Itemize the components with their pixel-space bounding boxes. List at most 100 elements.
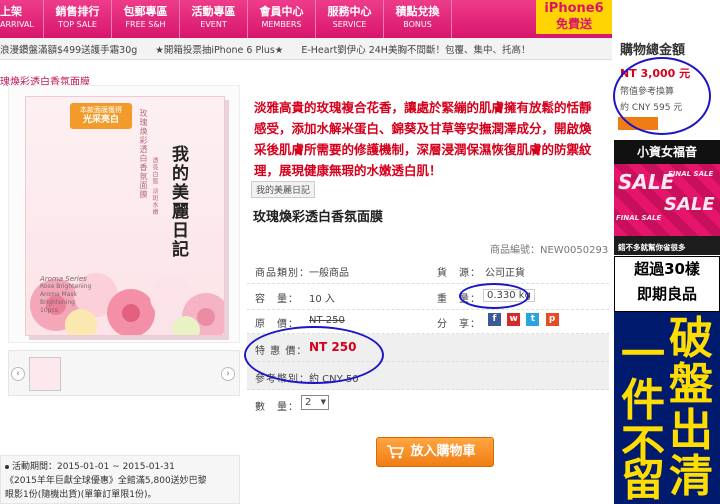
event-detail: 眼影1份(隨機出貨)(單筆訂單限1份)。	[5, 490, 157, 500]
package-side-text-2: 透亮白皙 淡斑水嫩	[151, 157, 158, 216]
annotation-circle-weight	[459, 283, 529, 309]
nav-sublabel: SERVICE	[332, 20, 367, 29]
product-sku: 商品編號：NEW0050293	[490, 245, 609, 256]
facebook-icon[interactable]: f	[488, 313, 501, 326]
cart-icon	[387, 445, 404, 459]
ticker-item[interactable]: E-Heart劉伊心 24H美胸不間斷！包覆、集中、托高！	[301, 42, 530, 56]
thumbnail-image[interactable]	[29, 357, 61, 391]
nav-sublabel: EVENT	[200, 20, 227, 29]
top-nav: 上架 ARRIVAL 銷售排行 TOP SALE 包郵專區 FREE S&H 活動專區…	[0, 0, 612, 38]
ad-char: 留	[621, 455, 665, 504]
ad-char: 清	[669, 451, 713, 502]
nav-item-service[interactable]: 服務中心 SERVICE	[316, 0, 384, 38]
ticker-item[interactable]: 浪漫鑽盤滿額$499送護手霜30g	[0, 42, 137, 56]
package-badge-title: 光采亮白	[82, 115, 119, 125]
package-en-line: 10pcs	[40, 307, 58, 314]
ad-char: 盤	[669, 359, 713, 410]
nav-label: 活動專區	[191, 5, 236, 18]
info-value: 公司正貨	[485, 268, 525, 279]
annotation-circle-cart	[613, 57, 711, 135]
nav-item-event[interactable]: 活動專區 EVENT	[180, 0, 248, 38]
info-label: 商品類別：	[255, 268, 310, 279]
chevron-left-icon[interactable]: ‹	[11, 367, 25, 381]
news-ticker: 浪漫鑽盤滿額$499送護手霜30g ★開箱投票抽iPhone 6 Plus★ E…	[0, 38, 612, 60]
nav-sublabel: BONUS	[403, 20, 432, 29]
info-row: 商品類別： 一般商品 貨 源： 公司正貨	[247, 256, 609, 284]
add-to-cart-button[interactable]: 放入購物車	[376, 437, 494, 467]
ad-char: 件	[621, 375, 665, 426]
mask-package-image: 本款面膜獲得 光采亮白 玫瑰煥彩透白香氛面膜 透亮白皙 淡斑水嫩 我的美麗日記 …	[25, 96, 225, 336]
twitter-icon[interactable]: t	[526, 313, 540, 326]
ad-heading: 小資女福音	[614, 140, 720, 164]
ad-banner-blowout[interactable]: 破 盤 出 清 一 件 不 留	[614, 312, 720, 504]
package-badge: 本款面膜獲得 光采亮白	[70, 103, 132, 129]
event-period: 活動期間：2015-01-01 ~ 2015-01-31	[12, 462, 175, 472]
info-label: 貨 源：	[437, 268, 481, 279]
event-detail: 《2015羊年巨獻全球優惠》全館滿5,800送妙巴黎	[5, 476, 207, 486]
nav-sublabel: TOP SALE	[58, 20, 97, 29]
ad-char: 破	[669, 313, 713, 364]
nav-label: 上架	[0, 5, 22, 18]
product-page: 上架 ARRIVAL 銷售排行 TOP SALE 包郵專區 FREE S&H 活動專區…	[0, 0, 720, 504]
iphone-promo-banner[interactable]: iPhone6 免費送	[536, 0, 612, 34]
chevron-right-icon[interactable]: ›	[221, 367, 235, 381]
package-en-line: Aroma Series	[40, 275, 87, 283]
sale-text: SALE	[618, 170, 675, 194]
package-side-text: 玫瑰煥彩透白香氛面膜	[139, 109, 148, 199]
nav-sublabel: ARRIVAL	[0, 20, 34, 29]
final-sale-text: FINAL SALE	[616, 214, 662, 222]
info-label: 分 享：	[437, 319, 481, 330]
add-to-cart-label: 放入購物車	[410, 444, 476, 459]
nav-item-top-sale[interactable]: 銷售排行 TOP SALE	[44, 0, 112, 38]
product-image[interactable]: 本款面膜獲得 光采亮白 玫瑰煥彩透白香氛面膜 透亮白皙 淡斑水嫩 我的美麗日記 …	[8, 85, 240, 343]
thumbnail-strip: ‹ ›	[8, 350, 240, 396]
nav-item-free-shipping[interactable]: 包郵專區 FREE S&H	[112, 0, 180, 38]
brand-tag[interactable]: 我的美麗日記	[251, 181, 316, 198]
annotation-circle-price	[244, 326, 384, 384]
nav-label: 積點兌換	[395, 5, 440, 18]
nav-item-members[interactable]: 會員中心 MEMBERS	[248, 0, 316, 38]
nav-sublabel: FREE S&H	[125, 20, 166, 29]
nav-label: 服務中心	[327, 5, 372, 18]
weibo-icon[interactable]: w	[507, 313, 521, 326]
sale-text: SALE	[664, 194, 715, 215]
event-info-box: 活動期間：2015-01-01 ~ 2015-01-31 《2015羊年巨獻全球…	[0, 455, 240, 504]
dropdown-arrow-icon: ▼	[320, 398, 326, 406]
final-sale-text: FINAL SALE	[668, 170, 714, 178]
ad-char: 一	[621, 329, 665, 380]
ad-banner-sale[interactable]: 小資女福音 SALE SALE FINAL SALE FINAL SALE 錯不…	[614, 140, 720, 255]
product-title: 玫瑰煥彩透白香氛面膜	[253, 210, 384, 225]
package-en-line: Aroma Mask	[40, 291, 77, 298]
package-english-text: Aroma Series Rose Brightening Aroma Mask…	[40, 275, 91, 315]
promo-line-1: iPhone6	[544, 1, 604, 16]
package-en-line: Rose Brightening	[40, 283, 92, 290]
nav-item-arrival[interactable]: 上架 ARRIVAL	[0, 0, 44, 38]
ticker-item[interactable]: ★開箱投票抽iPhone 6 Plus★	[155, 42, 283, 56]
quantity-select[interactable]: 2 ▼	[301, 395, 329, 410]
info-row: 數 量： 2 ▼	[247, 390, 609, 416]
product-description: 淡雅高貴的玫瑰複合花香，讓處於緊繃的肌膚擁有放鬆的恬靜感受，添加水解米蛋白、錦葵…	[254, 100, 592, 178]
ad-line: 超過30樣	[634, 260, 700, 278]
cart-summary-title: 購物總金額	[620, 43, 686, 58]
nav-label: 銷售排行	[55, 5, 100, 18]
nav-label: 會員中心	[259, 5, 304, 18]
plurk-icon[interactable]: p	[545, 313, 559, 326]
ad-footer-text: 錯不多就幫你省很多	[618, 243, 686, 252]
ad-line: 即期良品	[636, 285, 697, 303]
ad-banner-clearance[interactable]: 超過30樣 即期良品	[614, 256, 720, 312]
nav-item-bonus[interactable]: 積點兌換 BONUS	[384, 0, 452, 38]
info-value: 一般商品	[309, 268, 349, 279]
bullet-icon	[5, 464, 9, 469]
quantity-value: 2	[305, 397, 312, 408]
ad-char: 出	[669, 405, 713, 456]
package-en-line: Brightening	[40, 299, 75, 306]
info-row: 容 量： 10 入 重 量： 0.330 kg	[247, 284, 609, 310]
info-label: 容 量：	[255, 294, 299, 305]
original-price: NT 250	[309, 315, 345, 326]
nav-label: 包郵專區	[123, 5, 168, 18]
info-value: 10 入	[309, 294, 335, 305]
sale-pattern: SALE SALE FINAL SALE FINAL SALE	[614, 164, 720, 236]
nav-sublabel: MEMBERS	[261, 20, 302, 29]
package-badge-small: 本款面膜獲得	[80, 106, 122, 114]
promo-line-2: 免費送	[555, 17, 592, 31]
